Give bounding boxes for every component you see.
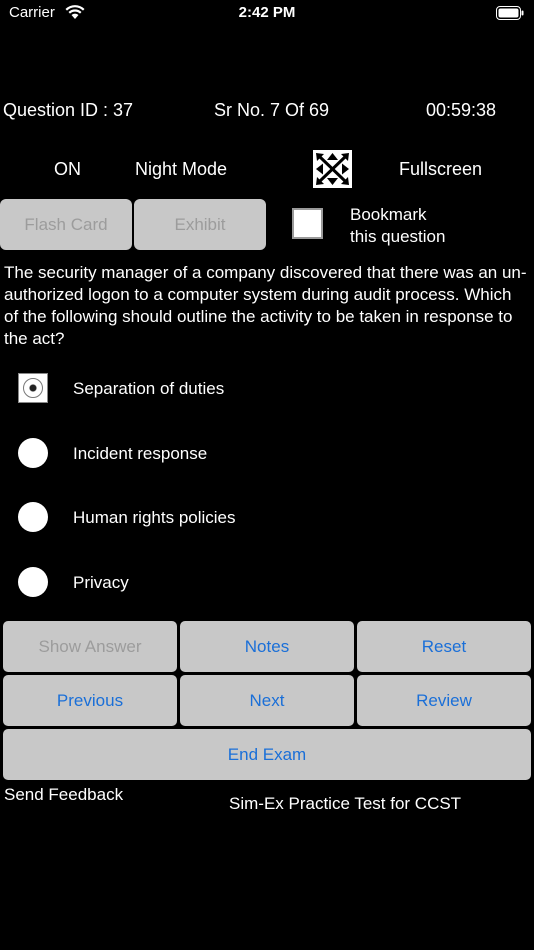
notes-button[interactable]: Notes bbox=[180, 621, 354, 672]
option-3-radio[interactable] bbox=[18, 502, 48, 532]
bookmark-label: Bookmark this question bbox=[350, 204, 445, 248]
exhibit-button[interactable]: Exhibit bbox=[134, 199, 266, 250]
option-4-radio[interactable] bbox=[18, 567, 48, 597]
status-time: 2:42 PM bbox=[238, 4, 296, 21]
option-2-radio[interactable] bbox=[18, 438, 48, 468]
app-title: Sim-Ex Practice Test for CCST bbox=[229, 794, 462, 813]
previous-button[interactable]: Previous bbox=[3, 675, 177, 726]
option-1-label[interactable]: Separation of duties bbox=[73, 379, 224, 399]
question-text: The security manager of a company discov… bbox=[4, 263, 527, 348]
option-1-radio[interactable] bbox=[18, 373, 48, 403]
option-2-label[interactable]: Incident response bbox=[73, 444, 207, 464]
end-exam-button[interactable]: End Exam bbox=[3, 729, 531, 780]
reset-button[interactable]: Reset bbox=[357, 621, 531, 672]
night-mode-toggle-state[interactable]: ON bbox=[54, 159, 81, 180]
bookmark-checkbox[interactable] bbox=[292, 208, 323, 239]
fullscreen-icon[interactable] bbox=[313, 150, 352, 188]
night-mode-label: Night Mode bbox=[135, 159, 228, 179]
flash-card-button[interactable]: Flash Card bbox=[0, 199, 132, 250]
bookmark-label-line1: Bookmark bbox=[350, 205, 427, 224]
next-button[interactable]: Next bbox=[180, 675, 354, 726]
bookmark-label-line2: this question bbox=[350, 227, 446, 246]
send-feedback-link[interactable]: Send Feedback bbox=[4, 785, 123, 805]
show-answer-button[interactable]: Show Answer bbox=[3, 621, 177, 672]
battery-icon bbox=[496, 6, 524, 20]
option-3-label[interactable]: Human rights policies bbox=[73, 508, 236, 528]
option-4-label[interactable]: Privacy bbox=[73, 573, 129, 593]
question-id: Question ID : 37 bbox=[3, 100, 134, 120]
review-button[interactable]: Review bbox=[357, 675, 531, 726]
fullscreen-label: Fullscreen bbox=[399, 159, 483, 179]
exam-timer: 00:59:38 bbox=[426, 100, 497, 120]
serial-number: Sr No. 7 Of 69 bbox=[214, 100, 330, 120]
